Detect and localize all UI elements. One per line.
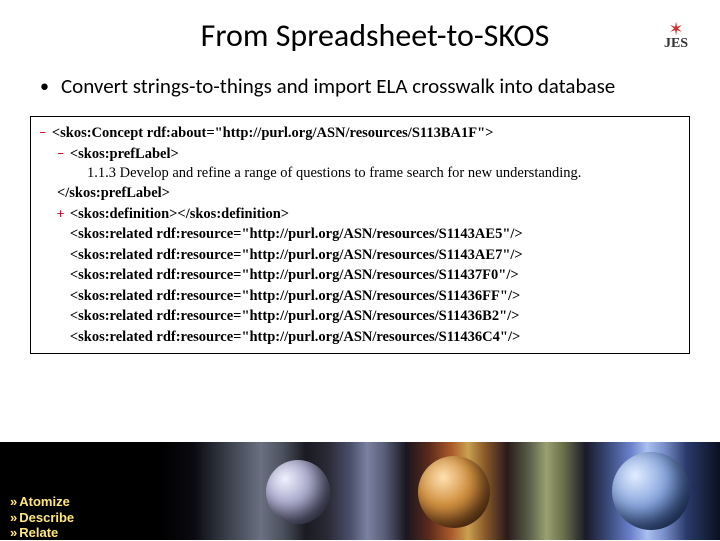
code-line: 1.1.3 Develop and refine a range of ques… [39,164,681,184]
attr-value: "http://purl.org/ASN/resources/S11436FF" [241,288,508,304]
tag: <skos:related rdf:resource= [70,247,242,263]
code-line: + <skos:related rdf:resource="http://pur… [39,245,681,266]
tag: > [485,125,493,141]
tag: </skos:prefLabel> [57,185,170,201]
footer-item-label: Atomize [19,494,70,509]
attr-value: "http://purl.org/ASN/resources/S11436C4" [241,329,508,345]
tag: <skos:related rdf:resource= [70,288,242,304]
code-line: + <skos:definition></skos:definition> [39,204,681,225]
footer-band: »Atomize »Describe »Relate [0,442,720,540]
tag: /> [507,308,519,324]
footer-item-label: Describe [19,510,74,525]
code-line: + <skos:related rdf:resource="http://pur… [39,265,681,286]
attr-value: "http://purl.org/ASN/resources/S113BA1F" [215,125,486,141]
tag: <skos:definition></skos:definition> [70,206,289,222]
bullet-item: • Convert strings-to-things and import E… [40,73,680,100]
footer-item: »Relate [10,525,74,541]
bullet-text: Convert strings-to-things and import ELA… [61,73,615,100]
tag: <skos:related rdf:resource= [70,329,242,345]
tag: /> [508,329,520,345]
code-line: + <skos:related rdf:resource="http://pur… [39,306,681,327]
tag: /> [508,288,520,304]
code-line: + <skos:related rdf:resource="http://pur… [39,327,681,348]
marble-icon [266,460,330,524]
footer-item: »Atomize [10,494,74,510]
tag: <skos:Concept rdf:about= [52,125,215,141]
tag: <skos:related rdf:resource= [70,226,242,242]
footer-item: »Describe [10,510,74,526]
footer-item-label: Relate [19,525,58,540]
logo-text: JES [664,36,688,52]
code-box: − <skos:Concept rdf:about="http://purl.o… [30,116,690,354]
attr-value: "http://purl.org/ASN/resources/S11436B2" [241,308,507,324]
code-line: + <skos:related rdf:resource="http://pur… [39,286,681,307]
attr-value: "http://purl.org/ASN/resources/S1143AE5" [241,226,510,242]
tag: /> [510,247,522,263]
tag: <skos:related rdf:resource= [70,267,242,283]
attr-value: "http://purl.org/ASN/resources/S11437F0" [241,267,506,283]
tag: /> [510,226,522,242]
tag: <skos:prefLabel> [70,146,179,162]
code-line: + <skos:related rdf:resource="http://pur… [39,224,681,245]
logo: ✶ JES [652,14,700,58]
code-line: </skos:prefLabel> [39,184,681,204]
code-line: − <skos:prefLabel> [39,144,681,165]
footer-marbles-image [160,442,720,540]
code-line: − <skos:Concept rdf:about="http://purl.o… [39,123,681,144]
tag: <skos:related rdf:resource= [70,308,242,324]
attr-value: "http://purl.org/ASN/resources/S1143AE7" [241,247,510,263]
page-title: From Spreadsheet-to-SKOS [70,16,680,55]
footer-list: »Atomize »Describe »Relate [10,494,74,541]
tag: /> [506,267,518,283]
bullet-dot-icon: • [40,73,49,100]
